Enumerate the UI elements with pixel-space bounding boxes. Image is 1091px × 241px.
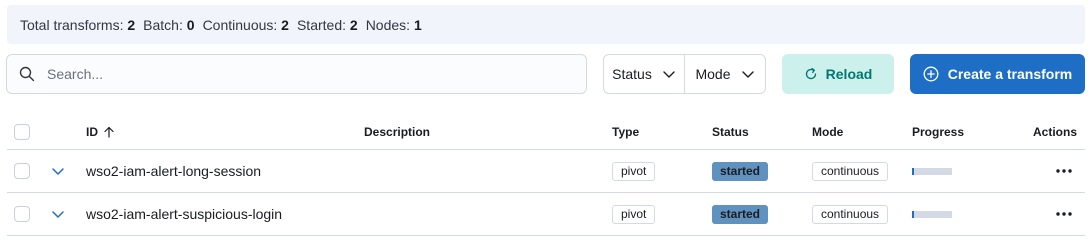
type-badge: pivot <box>612 161 656 181</box>
type-badge: pivot <box>612 204 656 224</box>
search-input[interactable] <box>47 66 547 82</box>
more-horizontal-icon[interactable] <box>1055 211 1073 217</box>
header-type-label: Type <box>612 124 640 139</box>
stat-started: Started: 2 <box>297 17 358 33</box>
row-progress <box>912 193 952 235</box>
header-mode-label: Mode <box>812 124 844 139</box>
search-box[interactable] <box>6 54 587 94</box>
stat-nodes-label: Nodes: <box>365 16 411 33</box>
header-mode: Mode <box>812 114 843 149</box>
stat-started-label: Started: <box>296 16 346 33</box>
header-status-label: Status <box>712 124 749 139</box>
header-progress: Progress <box>912 114 964 149</box>
search-icon <box>19 66 35 82</box>
stat-total-value: 2 <box>127 16 136 33</box>
stat-total-label: Total transforms: <box>20 16 124 33</box>
stat-continuous: Continuous: 2 <box>203 17 289 33</box>
stat-nodes-value: 1 <box>413 16 422 33</box>
status-badge: started <box>712 161 769 181</box>
row-type: pivot <box>612 193 656 235</box>
progress-fill <box>912 167 914 175</box>
row-mode: continuous <box>812 193 889 235</box>
progress-fill <box>912 210 914 218</box>
arrow-up-icon <box>104 126 114 138</box>
create-transform-button[interactable]: Create a transform <box>910 54 1085 94</box>
header-id-label: ID <box>86 124 98 139</box>
status-filter-button[interactable]: Status <box>604 55 684 93</box>
mode-badge: continuous <box>812 204 889 224</box>
row-id: wso2-iam-alert-long-session <box>86 150 261 192</box>
stat-continuous-label: Continuous: <box>202 16 278 33</box>
row-status: started <box>712 150 769 192</box>
row-actions <box>1055 150 1073 192</box>
status-badge: started <box>712 204 769 224</box>
header-actions: Actions <box>1033 114 1077 149</box>
transform-stats-bar: Total transforms: 2 Batch: 0 Continuous:… <box>7 5 1085 44</box>
reload-button-label: Reload <box>825 66 873 82</box>
progress-bar <box>912 167 952 175</box>
row-checkbox[interactable] <box>14 206 30 222</box>
row-progress <box>912 150 952 192</box>
stat-batch-label: Batch: <box>143 16 183 33</box>
row-expand-cell <box>51 193 65 235</box>
chevron-down-icon <box>663 71 675 78</box>
stat-total: Total transforms: 2 <box>20 17 135 33</box>
row-type: pivot <box>612 150 656 192</box>
row-actions <box>1055 193 1073 235</box>
progress-bar <box>912 210 952 218</box>
mode-filter-label: Mode <box>695 66 731 82</box>
row-id-text: wso2-iam-alert-suspicious-login <box>86 206 283 222</box>
mode-badge: continuous <box>812 161 889 181</box>
row-expand-cell <box>51 150 65 192</box>
header-status: Status <box>712 114 749 149</box>
row-mode: continuous <box>812 150 889 192</box>
filter-group: Status Mode <box>603 54 766 94</box>
refresh-icon <box>805 67 816 80</box>
chevron-down-icon[interactable] <box>51 164 65 178</box>
row-select-cell <box>14 193 30 235</box>
row-id: wso2-iam-alert-suspicious-login <box>86 193 282 235</box>
table-row: wso2-iam-alert-suspicious-login pivot st… <box>7 193 1085 236</box>
header-description: Description <box>364 114 430 149</box>
reload-button[interactable]: Reload <box>782 54 894 94</box>
chevron-down-icon[interactable] <box>51 207 65 221</box>
header-type: Type <box>612 114 639 149</box>
more-horizontal-icon[interactable] <box>1055 168 1073 174</box>
header-progress-label: Progress <box>912 124 965 139</box>
stat-continuous-value: 2 <box>281 16 289 33</box>
stat-batch: Batch: 0 <box>143 17 194 33</box>
stat-started-value: 2 <box>349 16 358 33</box>
row-status: started <box>712 193 769 235</box>
header-id[interactable]: ID <box>86 114 115 149</box>
chevron-down-icon <box>741 71 754 78</box>
header-description-label: Description <box>364 124 431 139</box>
create-transform-button-label: Create a transform <box>947 66 1073 82</box>
row-id-text: wso2-iam-alert-long-session <box>86 163 262 179</box>
stat-nodes: Nodes: 1 <box>366 17 422 33</box>
stat-batch-value: 0 <box>186 16 195 33</box>
row-select-cell <box>14 150 30 192</box>
row-checkbox[interactable] <box>14 163 30 179</box>
transforms-table: ID Description Type Status Mode Progress… <box>7 114 1085 236</box>
header-actions-label: Actions <box>1032 124 1077 139</box>
plus-in-circle-icon <box>923 66 939 82</box>
select-all-cell <box>14 114 30 149</box>
select-all-checkbox[interactable] <box>14 123 30 140</box>
status-filter-label: Status <box>612 66 652 82</box>
table-row: wso2-iam-alert-long-session pivot starte… <box>7 150 1085 193</box>
mode-filter-button[interactable]: Mode <box>684 55 765 93</box>
table-header: ID Description Type Status Mode Progress… <box>7 114 1085 150</box>
